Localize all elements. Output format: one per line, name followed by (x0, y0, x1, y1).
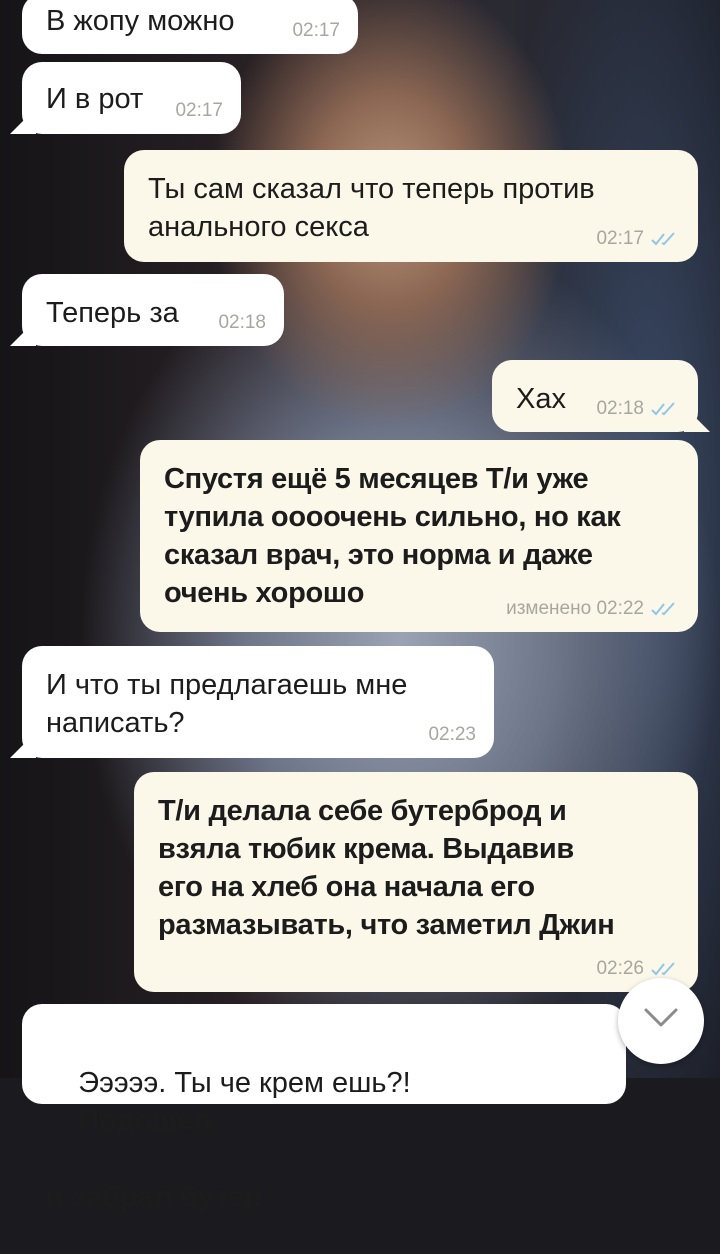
message-edited-label: изменено (506, 598, 592, 619)
message-text: Спустя ещё 5 месяцев Т/и уже тупила оооо… (164, 463, 621, 609)
message-text-regular: Эээээ. Ты че крем ешь?! (78, 1067, 411, 1099)
message-text-cut: и забрал бутер (46, 1181, 263, 1213)
double-check-icon (651, 232, 675, 246)
message-time: 02:18 (596, 398, 644, 419)
message-meta: 02:17 (596, 228, 680, 250)
message-text: Т/и делала себе бутерброд и взяла тюбик … (158, 795, 615, 941)
chevron-down-icon (644, 1008, 678, 1027)
message-outgoing[interactable]: Т/и делала себе бутерброд и взяла тюбик … (134, 772, 698, 992)
message-time: 02:23 (428, 724, 476, 745)
message-outgoing[interactable]: Хах 02:18 (492, 360, 698, 432)
message-time: 02:18 (218, 312, 266, 333)
message-incoming[interactable]: Эээээ. Ты че крем ешь?! Подошёл и забрал… (22, 1004, 626, 1213)
message-incoming[interactable]: Теперь за 02:18 (22, 274, 284, 346)
message-time: 02:22 (596, 598, 644, 619)
message-text-bold: Подошёл (78, 1105, 212, 1137)
double-check-icon (651, 602, 675, 616)
double-check-icon (651, 962, 675, 976)
message-incoming[interactable]: В жопу можно 02:17 (22, 0, 358, 54)
message-meta: 02:18 (596, 398, 680, 420)
message-outgoing[interactable]: Ты сам сказал что теперь против анальног… (124, 150, 698, 262)
message-incoming[interactable]: И что ты предлагаешь мне написать? 02:23 (22, 646, 494, 758)
message-time: 02:17 (175, 100, 223, 121)
message-time: 02:26 (596, 958, 644, 979)
message-time: 02:17 (596, 228, 644, 249)
scroll-to-bottom-button[interactable] (618, 978, 704, 1064)
message-time: 02:17 (292, 20, 340, 41)
message-meta: 02:26 (596, 958, 680, 980)
message-text: И что ты предлагаешь мне написать? (46, 669, 408, 739)
message-outgoing[interactable]: Спустя ещё 5 месяцев Т/и уже тупила оооо… (140, 440, 698, 632)
message-incoming[interactable]: И в рот 02:17 (22, 62, 241, 134)
message-text: Эээээ. Ты че крем ешь?! Подошёл и забрал… (46, 1004, 610, 1254)
double-check-icon (651, 402, 675, 416)
message-meta: изменено 02:22 (506, 598, 680, 620)
